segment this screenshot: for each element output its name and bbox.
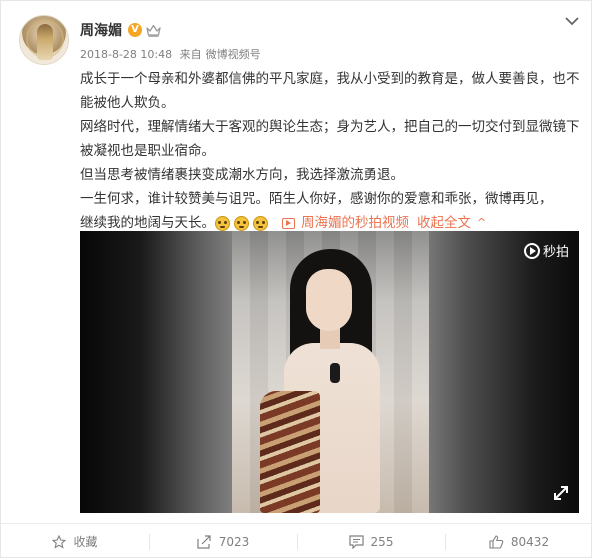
author-name-row: 周海媚 V	[80, 20, 161, 40]
video-frame	[232, 231, 429, 513]
post-paragraph: 成长于一个母亲和外婆都信佛的平凡家庭，我从小受到的教育是，做人要善良，也不能被他…	[80, 71, 580, 111]
post-meta: 2018-8-28 10:48 来自 微博视频号	[80, 46, 265, 62]
verified-badge-icon[interactable]: V	[128, 23, 142, 37]
repost-button[interactable]: 7023	[149, 524, 297, 558]
member-crown-icon[interactable]	[146, 24, 161, 37]
emoji-icon	[234, 215, 249, 231]
author-name[interactable]: 周海媚	[80, 20, 122, 40]
weibo-post-card: 周海媚 V 2018-8-28 10:48 来自 微博视频号 成长于一个母亲和外婆…	[0, 0, 592, 558]
comment-button[interactable]: 255	[297, 524, 445, 558]
post-content: 成长于一个母亲和外婆都信佛的平凡家庭，我从小受到的教育是，做人要善良，也不能被他…	[80, 67, 580, 235]
comment-icon	[348, 534, 364, 549]
post-paragraph: 但当思考被情绪裹挟变成潮水方向，我选择激流勇退。	[80, 167, 404, 183]
repost-icon	[197, 534, 211, 549]
video-brand-label: 秒拍	[542, 245, 569, 260]
video-player[interactable]: 秒拍	[80, 231, 579, 513]
avatar-figure	[37, 24, 53, 60]
star-icon	[52, 534, 67, 549]
thumbs-up-icon	[489, 534, 504, 549]
frame-face	[306, 269, 352, 331]
emoji-icon	[253, 215, 268, 231]
video-link-icon	[282, 217, 295, 229]
post-paragraph: 一生何求，谁计较赞美与诅咒。陌生人你好，感谢你的爱意和乖张，微博再见，	[80, 191, 553, 207]
emoji-icon	[215, 215, 230, 231]
frame-scarf	[260, 391, 320, 513]
post-timestamp[interactable]: 2018-8-28 10:48	[80, 48, 172, 61]
fullscreen-icon[interactable]	[553, 485, 569, 501]
chevron-down-icon[interactable]	[564, 15, 580, 27]
video-brand-logo: 秒拍	[523, 241, 569, 260]
repost-count: 7023	[218, 534, 250, 549]
play-ring-icon	[523, 242, 540, 259]
action-bar: 收藏 7023 255 80432	[1, 523, 592, 558]
favorite-button[interactable]: 收藏	[1, 524, 149, 558]
video-blur-left	[80, 231, 232, 513]
author-avatar[interactable]	[19, 15, 69, 65]
like-count: 80432	[510, 534, 550, 549]
source-prefix: 来自	[179, 48, 202, 61]
post-source[interactable]: 微博视频号	[206, 48, 261, 61]
like-button[interactable]: 80432	[445, 524, 592, 558]
post-paragraph: 网络时代，理解情绪大于客观的舆论生态；身为艺人，把自己的一切交付到显微镜下被凝视…	[80, 119, 580, 159]
frame-sunglasses	[330, 363, 340, 383]
video-blur-right	[429, 231, 579, 513]
comment-count: 255	[370, 534, 394, 549]
favorite-label: 收藏	[73, 535, 98, 549]
